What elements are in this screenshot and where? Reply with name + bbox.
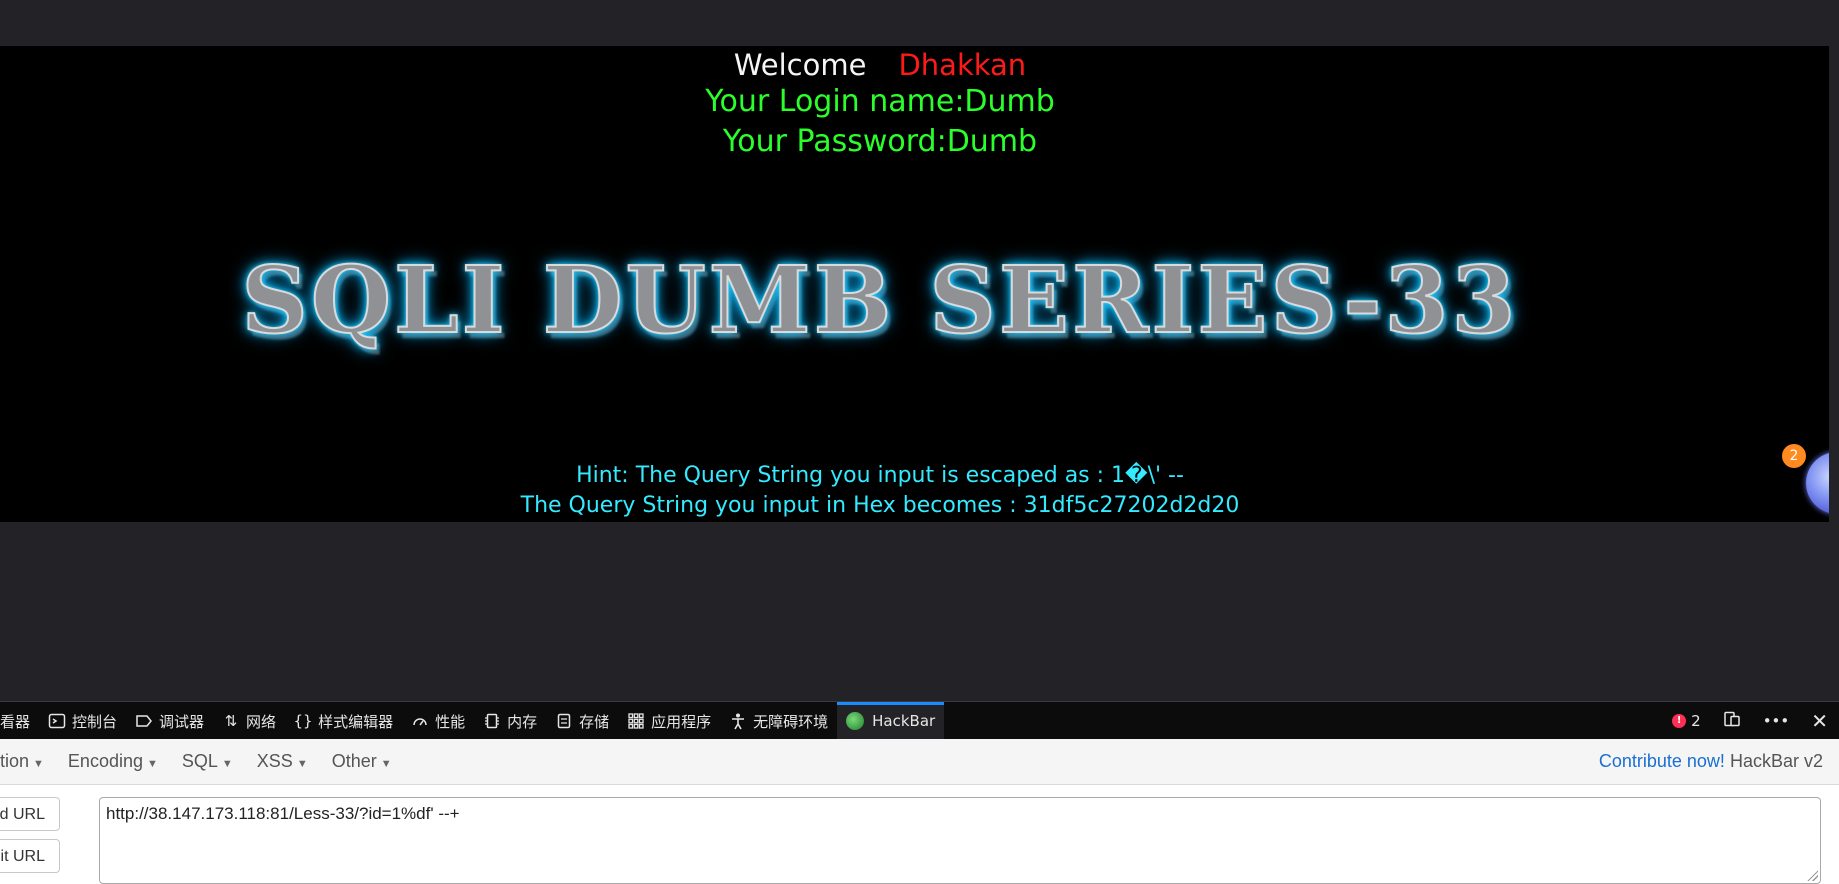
chevron-down-icon: ▼ <box>380 758 392 770</box>
tab-debugger[interactable]: 调试器 <box>126 702 213 740</box>
welcome-word: Welcome <box>733 48 867 82</box>
accessibility-icon <box>729 712 747 730</box>
tab-accessibility[interactable]: 无障碍环境 <box>720 702 837 740</box>
menu-xss-label: XSS <box>256 751 293 771</box>
memory-icon <box>483 712 501 730</box>
tab-label: 应用程序 <box>651 712 712 731</box>
menu-encoding-label: Encoding <box>67 751 143 771</box>
responsive-design-icon <box>1723 710 1741 732</box>
password-text: Your Password:Dumb <box>722 124 1038 159</box>
menu-action[interactable]: tion ▼ <box>0 751 56 772</box>
close-devtools-button[interactable]: ✕ <box>1800 709 1839 733</box>
tab-hackbar[interactable]: HackBar <box>837 702 945 740</box>
debugger-icon <box>135 712 153 730</box>
url-textarea[interactable]: http://38.147.173.118:81/Less-33/?id=1%d… <box>99 797 1821 884</box>
hint-text: Hint: The Query String you input is esca… <box>576 463 1184 488</box>
hackbar-menu: tion ▼ Encoding ▼ SQL ▼ XSS ▼ Other ▼ Contrib… <box>0 739 1839 785</box>
menu-sql[interactable]: SQL ▼ <box>170 751 245 772</box>
load-url-button[interactable]: ad URL <box>0 797 60 831</box>
tab-storage[interactable]: 存储 <box>546 702 618 740</box>
tab-label: 样式编辑器 <box>318 712 394 731</box>
devtools-toolbar-right: ! 2 ••• ✕ <box>1661 702 1839 740</box>
tab-label: 控制台 <box>72 712 118 731</box>
assistant-icon[interactable] <box>1806 452 1829 514</box>
hex-text: The Query String you input in Hex become… <box>520 493 1240 518</box>
tab-label: 存储 <box>579 712 610 731</box>
banner-title: SQLI DUMB SERIES-33 <box>240 245 1519 355</box>
hackbar-icon <box>846 712 865 730</box>
menu-sql-label: SQL <box>181 751 218 771</box>
chevron-down-icon: ▼ <box>33 758 44 770</box>
error-count[interactable]: ! 2 <box>1661 712 1712 730</box>
chevron-down-icon: ▼ <box>221 758 233 770</box>
page-viewport: Welcome Dhakkan Your Login name:Dumb Your… <box>0 46 1829 522</box>
tab-memory[interactable]: 内存 <box>474 702 546 740</box>
hackbar-panel: tion ▼ Encoding ▼ SQL ▼ XSS ▼ Other ▼ Contrib… <box>0 739 1839 884</box>
split-url-button[interactable]: lit URL <box>0 839 60 873</box>
contribute-link[interactable]: Contribute now! <box>1599 751 1725 771</box>
menu-other[interactable]: Other ▼ <box>320 751 404 772</box>
tab-network[interactable]: ⇅ 网络 <box>213 702 285 740</box>
tab-label: 查看器 <box>0 712 31 731</box>
devtools-tabbar: 查看器 控制台 调试器 ⇅ 网络 {} 样式编辑器 性能 内存 存储 应用程序 无障… <box>0 701 1839 740</box>
hackbar-version: HackBar v2 <box>1729 751 1823 771</box>
storage-icon <box>555 712 573 730</box>
url-value: http://38.147.173.118:81/Less-33/?id=1%d… <box>106 804 460 823</box>
hackbar-info: Contribute now! HackBar v2 <box>1599 751 1839 772</box>
tab-label: HackBar <box>872 712 936 730</box>
application-icon <box>627 712 645 730</box>
network-icon: ⇅ <box>224 712 238 730</box>
tab-label: 无障碍环境 <box>753 712 829 731</box>
welcome-line: Welcome Dhakkan <box>0 48 1760 82</box>
resize-grip-icon[interactable] <box>1806 869 1818 881</box>
tab-label: 性能 <box>435 712 466 731</box>
menu-encoding[interactable]: Encoding ▼ <box>56 751 170 772</box>
floating-assistant-widget[interactable]: 2 <box>1782 444 1829 522</box>
performance-icon <box>411 712 429 730</box>
tab-inspector[interactable]: 查看器 <box>0 702 39 740</box>
tab-label: 内存 <box>507 712 538 731</box>
chevron-down-icon: ▼ <box>296 758 308 770</box>
chevron-down-icon: ▼ <box>146 758 158 770</box>
menu-other-label: Other <box>331 751 377 771</box>
tab-application[interactable]: 应用程序 <box>618 702 720 740</box>
welcome-name: Dhakkan <box>898 48 1027 82</box>
tab-label: 网络 <box>246 712 277 731</box>
notification-badge: 2 <box>1782 444 1806 468</box>
more-options-icon: ••• <box>1762 712 1790 730</box>
style-editor-icon: {} <box>293 712 313 730</box>
menu-action-label: tion <box>0 751 30 771</box>
menu-xss[interactable]: XSS ▼ <box>245 751 320 772</box>
tab-label: 调试器 <box>159 712 205 731</box>
console-icon <box>48 712 66 730</box>
login-name-text: Your Login name:Dumb <box>705 84 1055 119</box>
tab-style-editor[interactable]: {} 样式编辑器 <box>285 702 402 740</box>
tab-console[interactable]: 控制台 <box>39 702 126 740</box>
more-options-button[interactable]: ••• <box>1752 712 1801 730</box>
error-count-text: 2 <box>1691 712 1701 730</box>
error-icon: ! <box>1672 714 1687 728</box>
tab-performance[interactable]: 性能 <box>402 702 474 740</box>
close-icon: ✕ <box>1811 709 1828 733</box>
responsive-design-button[interactable] <box>1712 710 1752 732</box>
